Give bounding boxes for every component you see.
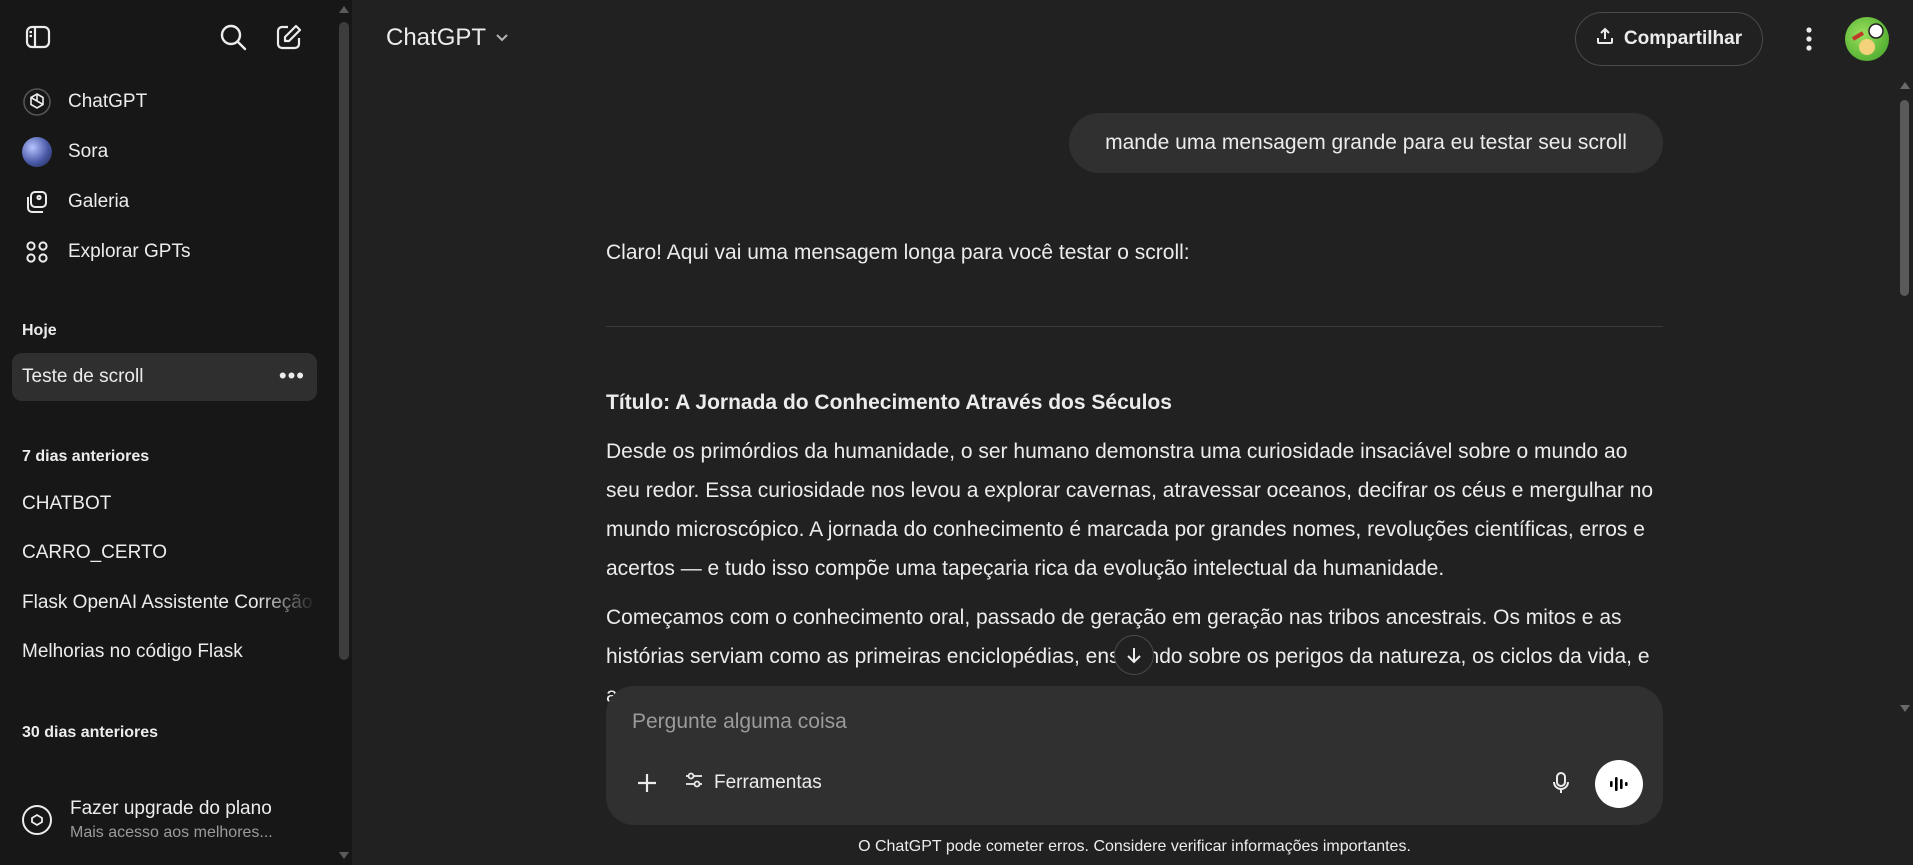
more-vertical-icon[interactable] <box>1792 22 1826 56</box>
section-label-30-days: 30 dias anteriores <box>22 724 159 741</box>
message-composer[interactable]: Pergunte alguma coisa Ferramentas <box>606 686 1663 825</box>
nav-sora[interactable]: Sora <box>12 130 317 174</box>
nav-chatgpt[interactable]: ChatGPT <box>12 80 317 124</box>
chat-title: Flask OpenAI Assistente Correção <box>22 592 313 613</box>
divider <box>606 326 1663 327</box>
nav-label: Galeria <box>68 191 130 212</box>
nav-galeria[interactable]: Galeria <box>12 180 317 224</box>
plus-icon[interactable] <box>632 768 662 798</box>
share-icon <box>1596 27 1614 51</box>
chat-item-carro-certo[interactable]: CARRO_CERTO <box>12 529 317 577</box>
sliders-icon <box>684 770 704 796</box>
chat-item-melhorias-flask[interactable]: Melhorias no código Flask <box>12 628 317 676</box>
upgrade-icon <box>22 805 52 835</box>
top-header: ChatGPT Compartilhar <box>352 0 1913 78</box>
chevron-down-icon <box>494 24 510 52</box>
scroll-up-arrow-icon[interactable] <box>1900 82 1910 89</box>
sidebar-top-bar <box>0 0 352 76</box>
user-message-bubble: mande uma mensagem grande para eu testar… <box>1069 113 1663 173</box>
gallery-icon <box>22 187 52 217</box>
chat-item-chatbot[interactable]: CHATBOT <box>12 480 317 528</box>
grid-icon <box>22 237 52 267</box>
chat-title: Teste de scroll <box>22 366 144 387</box>
assistant-paragraph: Desde os primórdios da humanidade, o ser… <box>606 440 1654 580</box>
scroll-down-arrow-icon[interactable] <box>339 852 349 859</box>
prompt-input[interactable]: Pergunte alguma coisa <box>632 710 847 734</box>
nav-label: ChatGPT <box>68 91 148 112</box>
upgrade-title: Fazer upgrade do plano <box>70 798 272 819</box>
tools-label: Ferramentas <box>714 772 822 793</box>
sora-icon <box>22 137 52 167</box>
sidebar-scrollbar[interactable] <box>336 0 352 865</box>
upgrade-subtitle: Mais acesso aos melhores... <box>70 824 273 841</box>
search-icon[interactable] <box>216 20 250 54</box>
more-options-icon[interactable]: ••• <box>279 363 305 389</box>
chat-title: Melhorias no código Flask <box>22 641 243 662</box>
model-selector[interactable]: ChatGPT <box>386 24 510 52</box>
upgrade-plan-button[interactable]: Fazer upgrade do plano Mais acesso aos m… <box>12 788 317 852</box>
model-name: ChatGPT <box>386 24 487 51</box>
chat-title: CHATBOT <box>22 493 112 514</box>
scroll-to-bottom-button[interactable] <box>1114 635 1154 675</box>
microphone-icon[interactable] <box>1546 768 1576 798</box>
avatar[interactable] <box>1845 17 1889 61</box>
scrollbar-thumb[interactable] <box>1900 100 1909 296</box>
chat-item-flask-openai[interactable]: Flask OpenAI Assistente Correção <box>12 579 317 627</box>
assistant-intro-text: Claro! Aqui vai uma mensagem longa para … <box>606 241 1190 264</box>
chat-item-teste-de-scroll[interactable]: Teste de scroll ••• <box>12 353 317 401</box>
scroll-up-arrow-icon[interactable] <box>339 6 349 13</box>
toggle-sidebar-icon[interactable] <box>21 20 55 54</box>
assistant-heading: Título: A Jornada do Conhecimento Atravé… <box>606 391 1172 414</box>
nav-explorar-gpts[interactable]: Explorar GPTs <box>12 230 317 274</box>
disclaimer-text: O ChatGPT pode cometer erros. Considere … <box>858 838 1411 855</box>
section-label-7-days: 7 dias anteriores <box>22 448 150 465</box>
main-scrollbar[interactable] <box>1896 78 1913 718</box>
openai-logo-icon <box>22 87 52 117</box>
scroll-down-arrow-icon[interactable] <box>1900 705 1910 712</box>
nav-label: Explorar GPTs <box>68 241 191 262</box>
sidebar: ChatGPT Sora Galeria Explorar GPTs Hoje … <box>0 0 352 865</box>
voice-mode-button[interactable] <box>1595 760 1643 808</box>
scrollbar-thumb[interactable] <box>339 22 349 660</box>
section-label-today: Hoje <box>22 322 57 339</box>
share-button[interactable]: Compartilhar <box>1575 12 1763 66</box>
share-label: Compartilhar <box>1623 28 1743 49</box>
tools-button[interactable]: Ferramentas <box>684 768 822 798</box>
nav-label: Sora <box>68 141 109 162</box>
chat-title: CARRO_CERTO <box>22 542 167 563</box>
new-chat-icon[interactable] <box>272 20 306 54</box>
